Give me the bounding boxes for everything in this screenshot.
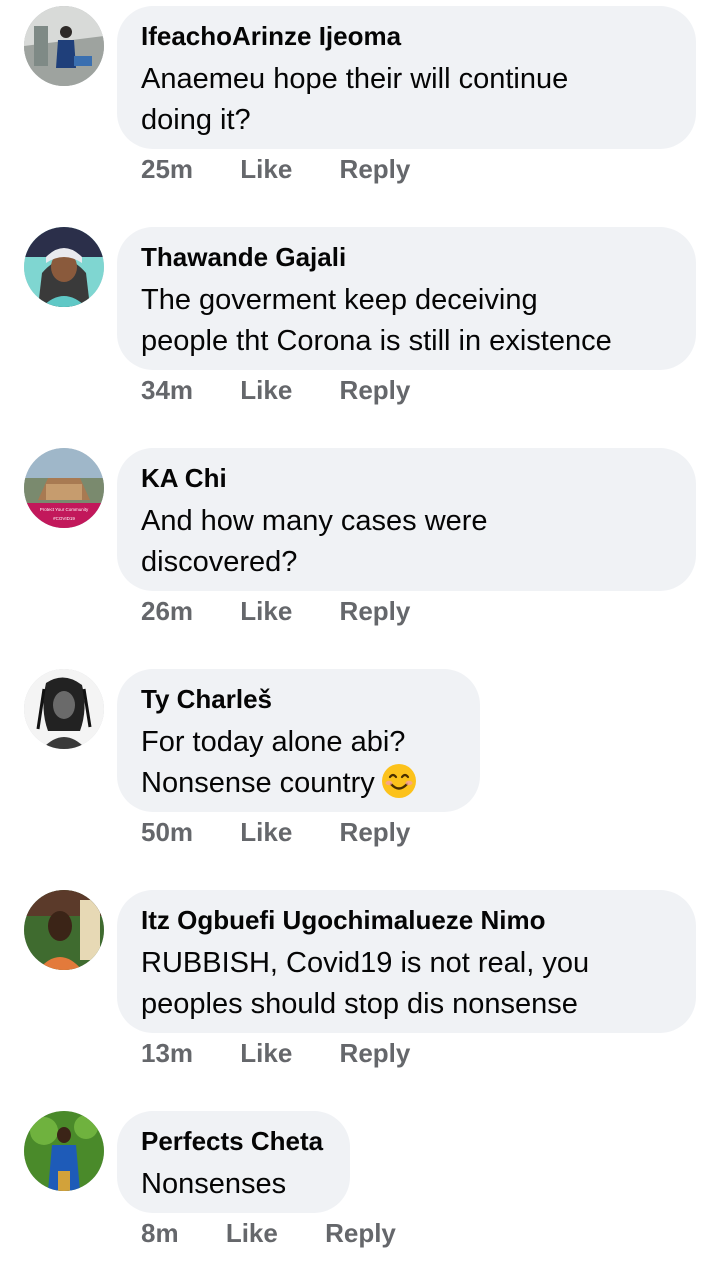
avatar[interactable]	[24, 6, 104, 86]
comment-timestamp[interactable]: 26m	[141, 595, 193, 627]
like-button[interactable]: Like	[240, 153, 292, 185]
avatar[interactable]	[24, 890, 104, 970]
comment-text: For today alone abi? Nonsense country	[141, 722, 456, 804]
avatar[interactable]	[24, 669, 104, 749]
comment-bubble: IfeachoArinze Ijeoma Anaemeu hope their …	[117, 6, 696, 149]
like-button[interactable]: Like	[240, 374, 292, 406]
like-button[interactable]: Like	[240, 595, 292, 627]
comment-author[interactable]: KA Chi	[141, 462, 672, 494]
comment-author[interactable]: IfeachoArinze Ijeoma	[141, 20, 672, 52]
comment-actions: 26m Like Reply	[141, 595, 410, 627]
comment-author[interactable]: Thawande Gajali	[141, 241, 672, 273]
comment-timestamp[interactable]: 50m	[141, 816, 193, 848]
avatar-badge-line2: #COVID19	[53, 516, 75, 521]
comment-author[interactable]: Perfects Cheta	[141, 1125, 326, 1157]
reply-button[interactable]: Reply	[340, 816, 411, 848]
avatar-photo	[24, 1111, 104, 1191]
comment-bubble: KA Chi And how many cases were discovere…	[117, 448, 696, 591]
like-button[interactable]: Like	[240, 1037, 292, 1069]
comment-timestamp[interactable]: 25m	[141, 153, 193, 185]
comment-text: And how many cases were discovered?	[141, 505, 488, 578]
reply-button[interactable]: Reply	[340, 153, 411, 185]
avatar[interactable]: Protect Your Community #COVID19	[24, 448, 104, 528]
comment-timestamp[interactable]: 13m	[141, 1037, 193, 1069]
avatar[interactable]	[24, 1111, 104, 1191]
reply-button[interactable]: Reply	[325, 1217, 396, 1249]
reply-button[interactable]: Reply	[340, 1037, 411, 1069]
comment-timestamp[interactable]: 8m	[141, 1217, 179, 1249]
avatar-photo	[24, 227, 104, 307]
avatar-photo	[24, 6, 104, 86]
comment-bubble: Perfects Cheta Nonsenses	[117, 1111, 350, 1213]
smiling-face-emoji-icon	[381, 764, 416, 798]
avatar[interactable]	[24, 227, 104, 307]
comment-timestamp[interactable]: 34m	[141, 374, 193, 406]
comment-actions: 34m Like Reply	[141, 374, 410, 406]
comment-actions: 8m Like Reply	[141, 1217, 396, 1249]
comment-bubble: Itz Ogbuefi Ugochimalueze Nimo RUBBISH, …	[117, 890, 696, 1033]
reply-button[interactable]: Reply	[340, 595, 411, 627]
comment-actions: 13m Like Reply	[141, 1037, 410, 1069]
comment-text: RUBBISH, Covid19 is not real, you people…	[141, 947, 590, 1020]
comment-text-line: Nonsense country	[141, 767, 375, 799]
avatar-photo	[24, 669, 104, 749]
comment-bubble: Ty Charleš For today alone abi? Nonsense…	[117, 669, 480, 812]
comment-author[interactable]: Itz Ogbuefi Ugochimalueze Nimo	[141, 904, 672, 936]
comment-text: Anaemeu hope their will continue doing i…	[141, 63, 569, 136]
comment-actions: 25m Like Reply	[141, 153, 410, 185]
avatar-photo: Protect Your Community #COVID19	[24, 448, 104, 528]
comment-actions: 50m Like Reply	[141, 816, 410, 848]
comment-text-line: For today alone abi?	[141, 726, 406, 758]
comment-text: Nonsenses	[141, 1168, 287, 1200]
like-button[interactable]: Like	[240, 816, 292, 848]
like-button[interactable]: Like	[226, 1217, 278, 1249]
comment-author[interactable]: Ty Charleš	[141, 683, 456, 715]
avatar-badge-line1: Protect Your Community	[40, 507, 89, 512]
comment-text: The goverment keep deceiving people tht …	[141, 284, 612, 357]
avatar-photo	[24, 890, 104, 970]
comment-bubble: Thawande Gajali The goverment keep decei…	[117, 227, 696, 370]
reply-button[interactable]: Reply	[340, 374, 411, 406]
